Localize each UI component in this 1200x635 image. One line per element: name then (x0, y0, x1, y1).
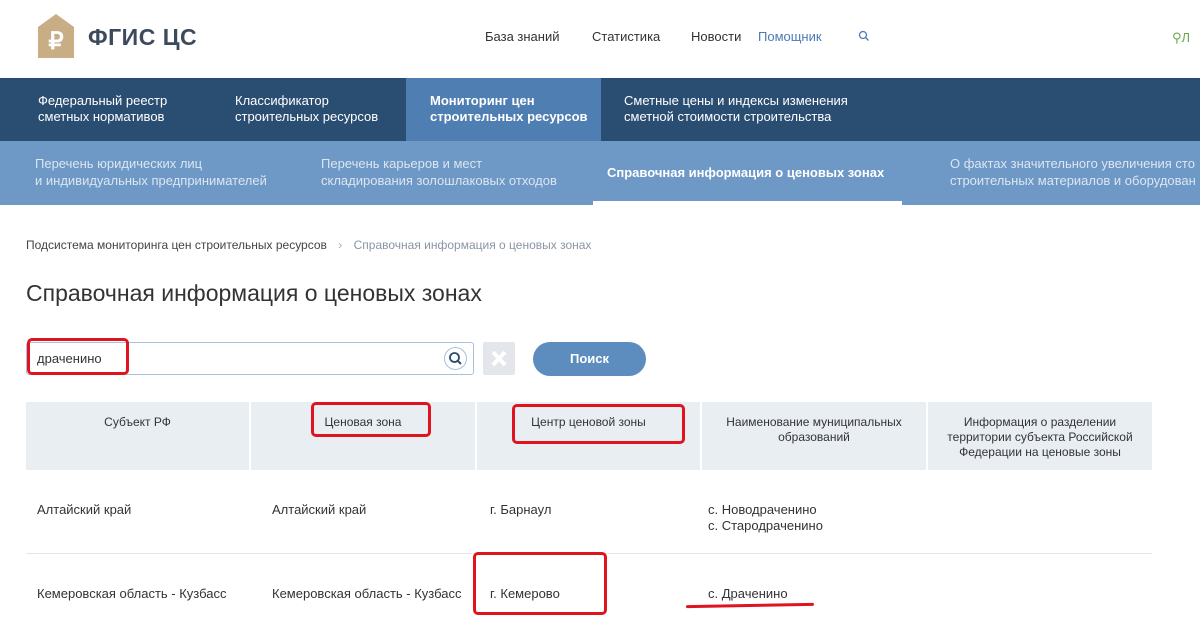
col-subject[interactable]: Субъект РФ (26, 402, 251, 470)
search-submit-button[interactable]: Поиск (533, 342, 646, 376)
cell-subject: Кемеровская область - Кузбасс (37, 586, 227, 601)
col-division-info[interactable]: Информация о разделении территории субъе… (928, 402, 1152, 470)
cell-zone: Кемеровская область - Кузбасс (272, 586, 462, 601)
nav-news[interactable]: Новости (691, 29, 741, 44)
cell-zone: Алтайский край (272, 502, 367, 517)
col-center[interactable]: Центр ценовой зоны (477, 402, 702, 470)
ruble-logo-icon[interactable]: ₽ (37, 13, 75, 59)
svg-text:₽: ₽ (48, 28, 63, 55)
chevron-right-icon: › (338, 238, 343, 252)
breadcrumb: Подсистема мониторинга цен строительных … (26, 238, 591, 252)
cell-municipal: с. Драченино (708, 586, 788, 601)
user-label: Л (1181, 30, 1191, 45)
cell-municipal: с. Новодраченино с. Стародраченино (708, 502, 823, 533)
sub-nav-legal-entities[interactable]: Перечень юридических лиц и индивидуальны… (35, 141, 267, 205)
nav-knowledge-base[interactable]: База знаний (485, 29, 560, 44)
table-row[interactable]: Кемеровская область - Кузбасс Кемеровска… (26, 554, 1152, 626)
sub-nav-quarries[interactable]: Перечень карьеров и мест складирования з… (321, 141, 557, 205)
close-icon (491, 350, 507, 367)
page-title: Справочная информация о ценовых зонах (26, 280, 482, 306)
user-icon: ⚲ (1172, 30, 1182, 45)
sub-nav: Перечень юридических лиц и индивидуальны… (0, 141, 1200, 205)
user-account[interactable]: ⚲Л (1172, 30, 1190, 46)
table-row[interactable]: Алтайский край Алтайский край г. Барнаул… (26, 470, 1152, 554)
sub-nav-price-increase[interactable]: О фактах значительного увеличения сто ст… (950, 141, 1196, 205)
cell-center: г. Кемерово (490, 586, 560, 601)
breadcrumb-current: Справочная информация о ценовых зонах (353, 238, 592, 252)
main-nav-classifier[interactable]: Классификатор строительных ресурсов (235, 78, 405, 141)
search-box (26, 342, 474, 375)
search-input[interactable] (27, 343, 437, 374)
main-nav: Федеральный реестр сметных нормативов Кл… (0, 78, 1200, 141)
active-tab-underline (593, 201, 902, 205)
header: ₽ ФГИС ЦС База знаний Статистика Новости… (0, 0, 1200, 78)
main-nav-federal-registry[interactable]: Федеральный реестр сметных нормативов (38, 78, 208, 141)
search-field-button[interactable] (444, 347, 467, 370)
col-municipal[interactable]: Наименование муниципальных образований (702, 402, 928, 470)
nav-helper[interactable]: Помощник (758, 29, 822, 44)
logo-text[interactable]: ФГИС ЦС (88, 24, 197, 51)
breadcrumb-parent[interactable]: Подсистема мониторинга цен строительных … (26, 238, 327, 252)
sub-nav-price-zones[interactable]: Справочная информация о ценовых зонах (607, 141, 884, 205)
main-nav-estimated-prices[interactable]: Сметные цены и индексы изменения сметной… (624, 78, 884, 141)
nav-statistics[interactable]: Статистика (592, 29, 660, 44)
table-header: Субъект РФ Ценовая зона Центр ценовой зо… (26, 402, 1152, 470)
col-zone[interactable]: Ценовая зона (251, 402, 477, 470)
cell-center: г. Барнаул (490, 502, 552, 517)
search-icon[interactable] (858, 30, 870, 42)
clear-button[interactable] (483, 342, 515, 375)
cell-subject: Алтайский край (37, 502, 132, 517)
magnifier-icon (449, 352, 462, 365)
main-nav-monitoring[interactable]: Мониторинг цен строительных ресурсов (406, 78, 601, 141)
